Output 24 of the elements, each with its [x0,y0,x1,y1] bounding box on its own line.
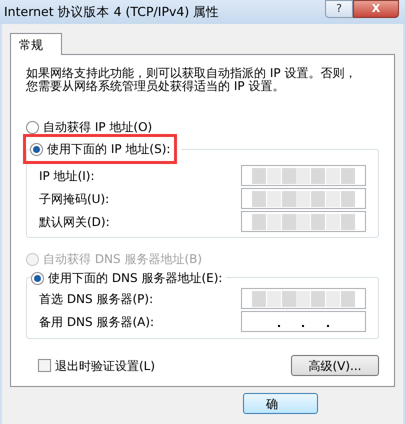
radio-button[interactable] [31,272,44,284]
field-label: 子网掩码(U): [39,190,110,208]
window-title: Internet 协议版本 4 (TCP/IPv4) 属性 [4,3,220,21]
field-label: IP 地址(I): [39,168,95,184]
field-label: 备用 DNS 服务器(A): [39,314,154,330]
radio-option[interactable]: 使用下面的 DNS 服务器地址(E): [31,269,222,287]
validate-checkbox-option[interactable]: 退出时验证设置(L) [38,356,156,374]
advanced-button[interactable]: 高级(V)... [291,355,379,376]
ok-button[interactable]: 确 [243,393,318,414]
input-field[interactable] [241,311,366,332]
radio-button[interactable] [30,142,43,156]
checkbox[interactable] [38,359,51,372]
field-label: 默认网关(D): [39,214,110,230]
radio-option[interactable]: 使用下面的 IP 地址(S): [30,140,170,158]
field-label: 首选 DNS 服务器(P): [39,290,154,308]
input-field[interactable] [241,288,366,309]
input-field[interactable] [241,188,366,209]
radio-button[interactable] [26,120,39,134]
input-field[interactable] [241,211,366,232]
input-field[interactable] [241,165,366,186]
description-text: 如果网络支持此功能，则可以获取自动指派的 IP 设置。否则，您需要从网络系统管理员处获得适当的 IP 设置。 [26,67,358,93]
radio-option[interactable]: 自动获得 IP 地址(O) [26,118,152,136]
help-button[interactable]: ? [325,0,353,18]
tab[interactable]: 常规 [10,33,62,55]
